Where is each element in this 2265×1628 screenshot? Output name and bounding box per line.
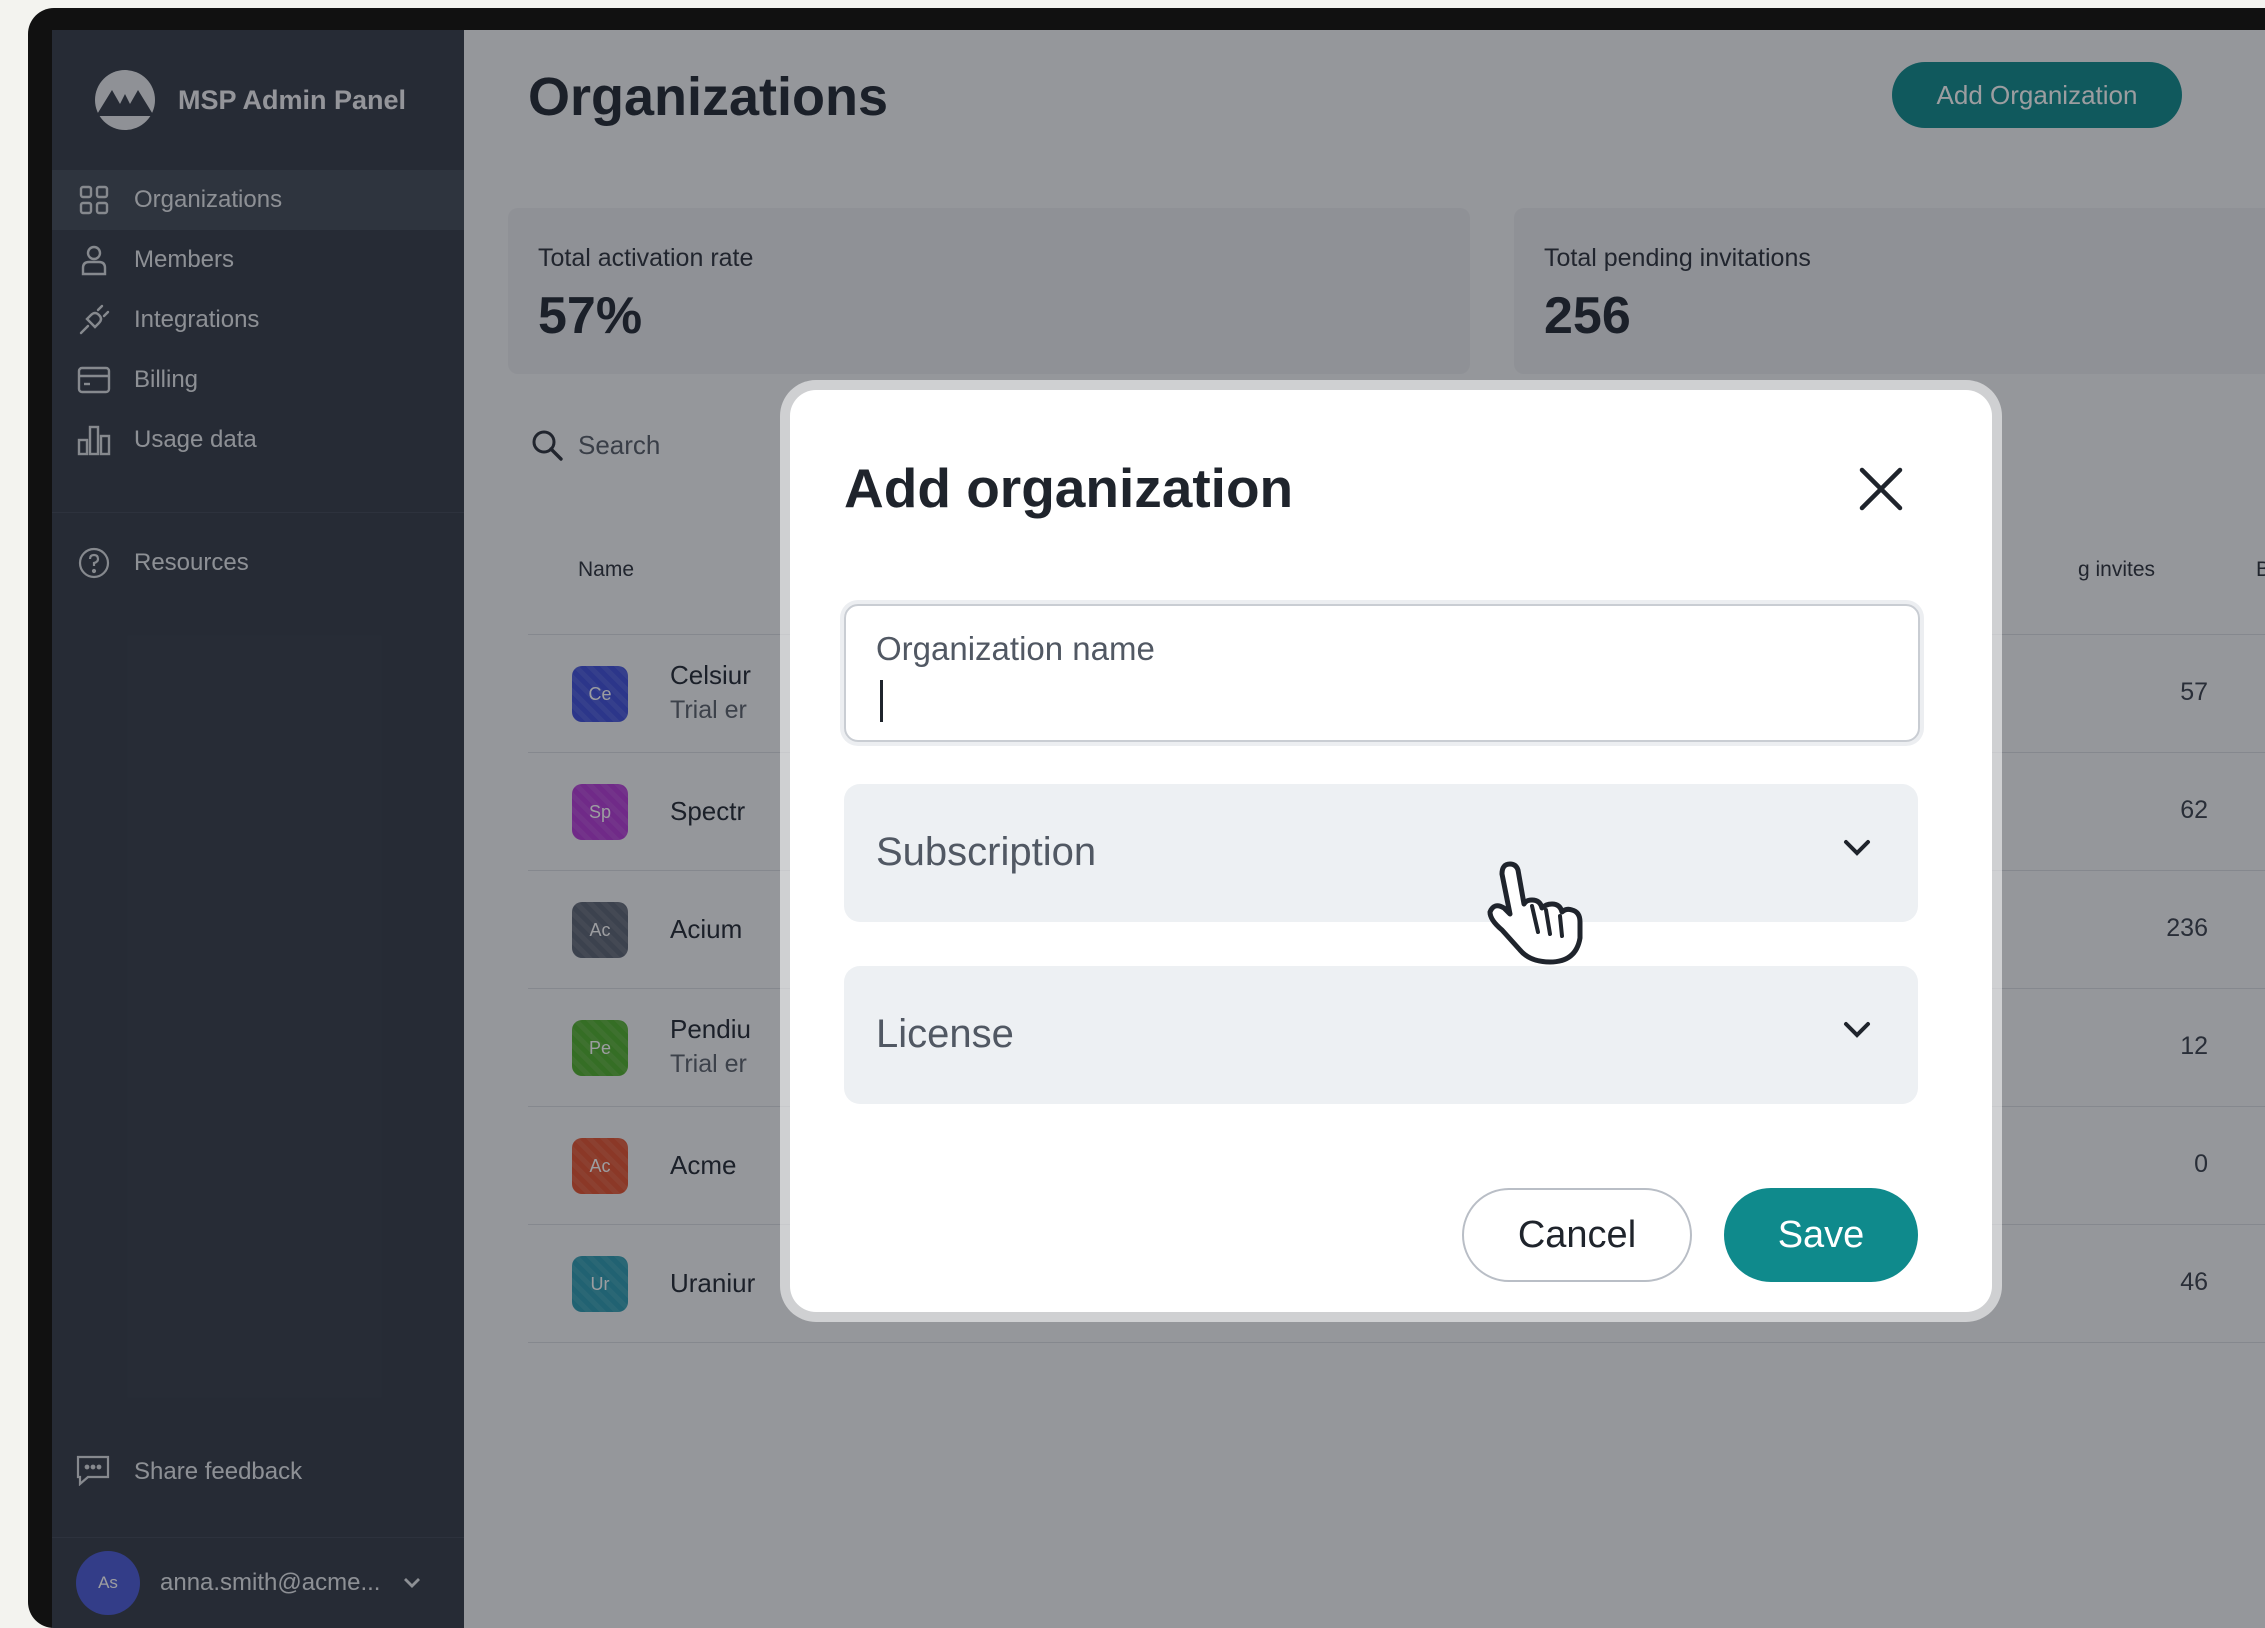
- hand-cursor-icon: [1487, 861, 1583, 965]
- chevron-down-icon: [1844, 1022, 1870, 1038]
- device-frame: MSP Admin Panel Organizations Members In…: [28, 8, 2265, 1628]
- subscription-select[interactable]: Subscription: [844, 784, 1918, 922]
- cancel-button[interactable]: Cancel: [1462, 1188, 1692, 1282]
- chevron-down-icon: [1844, 840, 1870, 856]
- add-organization-dialog: Add organization Organization name Subsc…: [790, 390, 1992, 1312]
- close-button[interactable]: [1850, 460, 1910, 520]
- organization-name-field[interactable]: Organization name: [844, 604, 1920, 742]
- app-screen: MSP Admin Panel Organizations Members In…: [52, 30, 2265, 1628]
- organization-name-label: Organization name: [876, 630, 1155, 667]
- license-select[interactable]: License: [844, 966, 1918, 1104]
- text-caret: [880, 680, 883, 722]
- license-label: License: [876, 1012, 1014, 1056]
- subscription-label: Subscription: [876, 830, 1097, 874]
- close-icon: [1859, 467, 1903, 510]
- save-button[interactable]: Save: [1724, 1188, 1918, 1282]
- dialog-title: Add organization: [844, 457, 1294, 519]
